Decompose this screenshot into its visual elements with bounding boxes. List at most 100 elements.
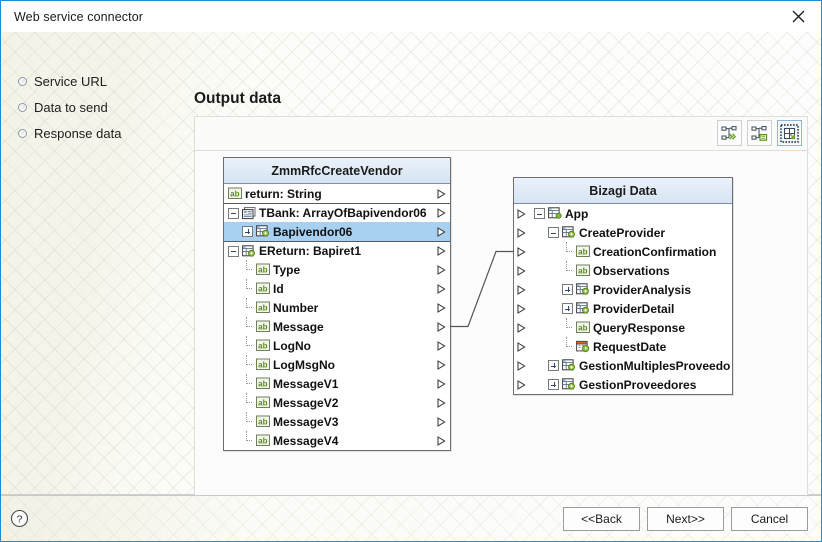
tree-row-content: ab MessageV2 xyxy=(242,393,338,410)
tree-row[interactable]: CreateProvider xyxy=(514,223,732,242)
right-triangle-icon[interactable] xyxy=(517,303,526,314)
help-circle-icon[interactable]: ? xyxy=(8,508,30,530)
right-triangle-icon[interactable] xyxy=(517,360,526,371)
radio-bullet-icon xyxy=(18,102,27,112)
window-title: Web service connector xyxy=(14,9,144,24)
tree-row[interactable]: ab MessageV4 xyxy=(224,431,450,450)
tree-branch-line xyxy=(242,355,253,370)
source-tree-header: ZmmRfcCreateVendor xyxy=(224,158,450,184)
right-triangle-icon[interactable] xyxy=(437,283,446,294)
tree-row-label: return: String xyxy=(245,186,322,201)
right-triangle-icon[interactable] xyxy=(517,208,526,219)
expand-plus-icon[interactable] xyxy=(548,360,559,371)
tree-row-label: GestionMultiplesProveedo xyxy=(579,358,731,373)
tree-branch-line xyxy=(242,393,253,408)
expand-plus-icon[interactable] xyxy=(562,284,573,295)
svg-text:ab: ab xyxy=(258,303,267,312)
tree-row-label: Number xyxy=(273,300,319,315)
right-triangle-icon[interactable] xyxy=(437,397,446,408)
tree-row-content: ab return: String xyxy=(228,187,322,201)
right-triangle-icon[interactable] xyxy=(517,322,526,333)
svg-text:ab: ab xyxy=(258,265,267,274)
collapse-minus-icon[interactable] xyxy=(548,227,559,238)
mapping-canvas[interactable]: ZmmRfcCreateVendor ab return: String TBank… xyxy=(194,150,808,510)
tree-row-label: CreateProvider xyxy=(579,225,666,240)
sidebar-item-service-url[interactable]: Service URL xyxy=(1,68,191,94)
tree-row[interactable]: RequestDate xyxy=(514,337,732,356)
sidebar-item-label: Response data xyxy=(34,125,122,141)
tree-row-content: App xyxy=(534,207,588,221)
tree-row-content: Bapivendor06 xyxy=(242,225,352,239)
entity-icon xyxy=(576,302,589,314)
svg-text:ab: ab xyxy=(258,398,267,407)
cancel-button[interactable]: Cancel xyxy=(731,506,808,531)
expand-plus-icon[interactable] xyxy=(548,379,559,390)
tree-row[interactable]: ab QueryResponse xyxy=(514,318,732,337)
tree-row[interactable]: ab Type xyxy=(224,260,450,279)
tree-branch-line xyxy=(242,374,253,389)
right-triangle-icon[interactable] xyxy=(517,227,526,238)
tree-row-content: GestionMultiplesProveedo xyxy=(548,359,730,373)
tree-row-content: ab Type xyxy=(242,260,300,277)
tree-row[interactable]: GestionMultiplesProveedo xyxy=(514,356,732,375)
right-triangle-icon[interactable] xyxy=(437,188,446,199)
collapse-minus-icon[interactable] xyxy=(228,207,239,219)
tree-row[interactable]: GestionProveedores xyxy=(514,375,732,394)
right-triangle-icon[interactable] xyxy=(437,435,446,446)
right-triangle-icon[interactable] xyxy=(437,302,446,313)
right-triangle-icon[interactable] xyxy=(437,340,446,351)
right-triangle-icon[interactable] xyxy=(437,264,446,275)
next-button[interactable]: Next>> xyxy=(647,506,724,531)
right-triangle-icon[interactable] xyxy=(437,416,446,427)
back-button[interactable]: <<Back xyxy=(563,506,640,531)
expand-plus-icon[interactable] xyxy=(562,303,573,314)
tree-row[interactable]: ab CreationConfirmation xyxy=(514,242,732,261)
tree-row-content: ab LogNo xyxy=(242,336,311,353)
sidebar-item-response-data[interactable]: Response data xyxy=(1,120,191,146)
right-triangle-icon[interactable] xyxy=(517,265,526,276)
tree-row-label: ProviderDetail xyxy=(593,301,675,316)
tree-row[interactable]: ProviderDetail xyxy=(514,299,732,318)
right-triangle-icon[interactable] xyxy=(517,284,526,295)
tree-row[interactable]: ab Number xyxy=(224,298,450,317)
fit-to-window-button[interactable] xyxy=(777,120,802,146)
mapping-link[interactable] xyxy=(450,250,514,328)
right-triangle-icon[interactable] xyxy=(437,208,446,218)
right-triangle-icon[interactable] xyxy=(437,321,446,332)
tree-row[interactable]: ab LogNo xyxy=(224,336,450,355)
tree-row-content: ab Message xyxy=(242,317,324,334)
map-options-button[interactable] xyxy=(747,120,772,146)
tree-row[interactable]: ab MessageV2 xyxy=(224,393,450,412)
right-triangle-icon[interactable] xyxy=(517,246,526,257)
collapse-minus-icon[interactable] xyxy=(534,208,545,219)
close-icon[interactable] xyxy=(775,1,821,31)
tree-row[interactable]: ProviderAnalysis xyxy=(514,280,732,299)
tree-row[interactable]: App xyxy=(514,204,732,223)
tree-row[interactable]: ab MessageV3 xyxy=(224,412,450,431)
tree-row[interactable]: ab Observations xyxy=(514,261,732,280)
right-triangle-icon[interactable] xyxy=(517,379,526,390)
collapse-minus-icon[interactable] xyxy=(228,245,239,257)
right-triangle-icon[interactable] xyxy=(517,341,526,352)
auto-map-button[interactable] xyxy=(717,120,742,146)
tree-row[interactable]: EReturn: Bapiret1 xyxy=(224,241,450,260)
sidebar-item-data-to-send[interactable]: Data to send xyxy=(1,94,191,120)
tree-row-label: GestionProveedores xyxy=(579,377,697,392)
tree-row[interactable]: ab return: String xyxy=(224,184,450,203)
svg-text:ab: ab xyxy=(258,436,267,445)
right-triangle-icon[interactable] xyxy=(437,246,446,256)
tree-row[interactable]: ab Id xyxy=(224,279,450,298)
tree-row[interactable]: ab LogMsgNo xyxy=(224,355,450,374)
tree-row[interactable]: ab Message xyxy=(224,317,450,336)
svg-text:ab: ab xyxy=(578,266,587,275)
right-triangle-icon[interactable] xyxy=(437,359,446,370)
right-triangle-icon[interactable] xyxy=(437,226,446,237)
expand-plus-icon[interactable] xyxy=(242,226,253,237)
tree-row[interactable]: TBank: ArrayOfBapivendor06 xyxy=(224,203,450,222)
tree-row-content: ab LogMsgNo xyxy=(242,355,335,372)
right-triangle-icon[interactable] xyxy=(437,378,446,389)
tree-row-label: App xyxy=(565,206,589,221)
tree-row[interactable]: ab MessageV1 xyxy=(224,374,450,393)
source-tree-rows: ab return: String TBank: ArrayOfBapivendor… xyxy=(224,184,450,450)
tree-row[interactable]: Bapivendor06 xyxy=(224,222,450,241)
